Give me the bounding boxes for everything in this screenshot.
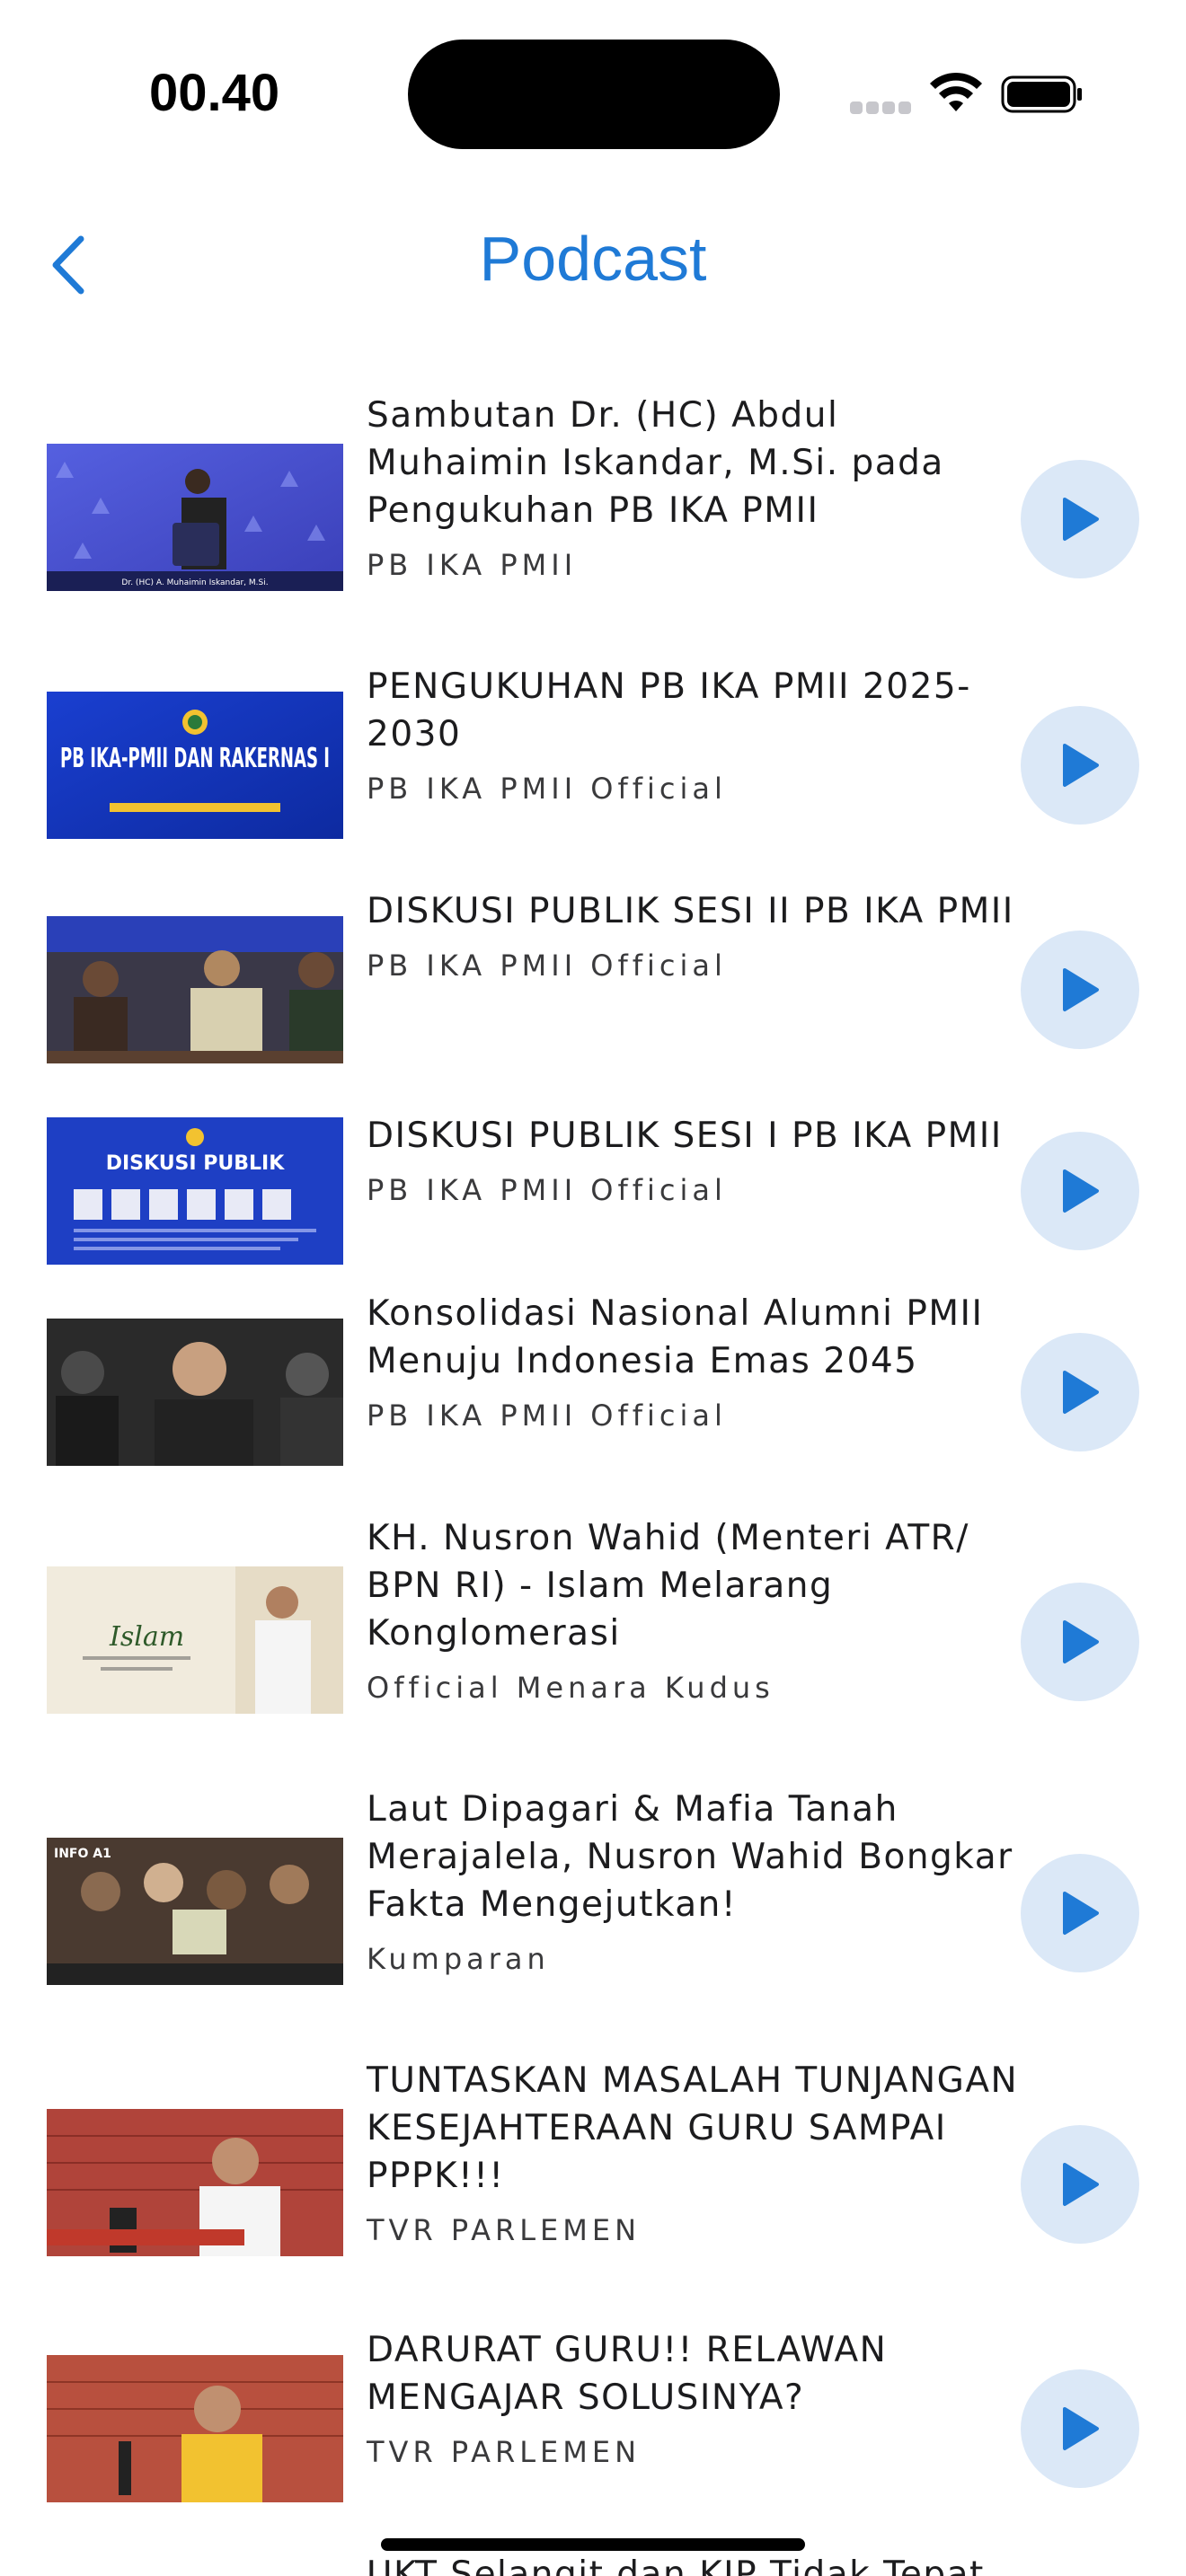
podcast-thumbnail: PB IKA-PMII DAN RAKERNAS I xyxy=(47,692,343,839)
thumbnail-caption: Dr. (HC) A. Muhaimin Iskandar, M.Si. xyxy=(121,578,268,587)
podcast-thumbnail xyxy=(47,916,343,1063)
podcast-item[interactable]: UKT Selangit dan KIP Tidak Tepat xyxy=(0,2551,1186,2576)
thumbnail-caption: DISKUSI PUBLIK xyxy=(106,1152,285,1175)
podcast-title: DISKUSI PUBLIK SESI II PB IKA PMII xyxy=(367,891,1014,931)
podcast-item[interactable]: DARURAT GURU!! RELAWAN MENGAJAR SOLUSINY… xyxy=(0,2326,1186,2506)
podcast-channel: Kumparan xyxy=(367,1942,550,1976)
podcast-title: DARURAT GURU!! RELAWAN MENGAJAR SOLUSINY… xyxy=(367,2330,888,2418)
battery-icon xyxy=(1001,75,1082,113)
page-title: Podcast xyxy=(479,224,707,294)
play-icon xyxy=(1063,2163,1099,2206)
dynamic-island xyxy=(408,40,780,149)
podcast-item[interactable]: Konsolidasi Nasional Alumni PMII Menuju … xyxy=(0,1290,1186,1469)
play-icon xyxy=(1063,1371,1099,1414)
podcast-title: Sambutan Dr. (HC) Abdul Muhaimin Iskanda… xyxy=(367,395,944,531)
cellular-signal-icon xyxy=(850,101,911,114)
play-button[interactable] xyxy=(1021,2369,1139,2488)
play-button[interactable] xyxy=(1021,460,1139,578)
play-icon xyxy=(1063,498,1099,541)
podcast-thumbnail xyxy=(47,2109,343,2256)
play-button[interactable] xyxy=(1021,706,1139,825)
podcast-title: DISKUSI PUBLIK SESI I PB IKA PMII xyxy=(367,1116,1003,1156)
play-icon xyxy=(1063,1620,1099,1663)
podcast-channel: Official Menara Kudus xyxy=(367,1671,774,1705)
play-icon xyxy=(1063,968,1099,1011)
podcast-item[interactable]: TUNTASKAN MASALAH TUNJANGAN KESEJAHTERAA… xyxy=(0,2057,1186,2263)
status-time: 00.40 xyxy=(149,64,280,122)
podcast-item[interactable]: PB IKA-PMII DAN RAKERNAS I PENGUKUHAN PB… xyxy=(0,663,1186,842)
podcast-title: Laut Dipagari & Mafia Tanah Merajalela, … xyxy=(367,1789,1013,1925)
play-icon xyxy=(1063,2407,1099,2450)
podcast-channel: TVR PARLEMEN xyxy=(367,2213,642,2247)
podcast-channel: TVR PARLEMEN xyxy=(367,2435,642,2469)
play-button[interactable] xyxy=(1021,931,1139,1049)
podcast-thumbnail: Dr. (HC) A. Muhaimin Iskandar, M.Si. xyxy=(47,444,343,591)
podcast-item[interactable]: Dr. (HC) A. Muhaimin Iskandar, M.Si. Sam… xyxy=(0,392,1186,598)
podcast-thumbnail xyxy=(47,2355,343,2502)
play-button[interactable] xyxy=(1021,2125,1139,2244)
home-indicator xyxy=(381,2538,805,2551)
podcast-title: PENGUKUHAN PB IKA PMII 2025-2030 xyxy=(367,666,971,754)
podcast-channel: PB IKA PMII Official xyxy=(367,1398,727,1433)
play-icon xyxy=(1063,1169,1099,1213)
play-button[interactable] xyxy=(1021,1132,1139,1250)
play-button[interactable] xyxy=(1021,1333,1139,1451)
play-button[interactable] xyxy=(1021,1854,1139,1972)
podcast-thumbnail: INFO A1 xyxy=(47,1838,343,1985)
thumbnail-caption: INFO A1 xyxy=(54,1847,111,1861)
podcast-channel: PB IKA PMII xyxy=(367,548,578,582)
podcast-title: KH. Nusron Wahid (Menteri ATR/ BPN RI) -… xyxy=(367,1518,969,1654)
podcast-item[interactable]: INFO A1 Laut Dipagari & Mafia Tanah Mera… xyxy=(0,1786,1186,1992)
play-button[interactable] xyxy=(1021,1583,1139,1701)
thumbnail-caption: PB IKA-PMII DAN RAKERNAS I xyxy=(60,743,330,774)
play-icon xyxy=(1063,1892,1099,1935)
podcast-thumbnail xyxy=(47,1319,343,1466)
podcast-item[interactable]: DISKUSI PUBLIK DISKUSI PUBLIK SESI I PB … xyxy=(0,1112,1186,1268)
podcast-item[interactable]: DISKUSI PUBLIK SESI II PB IKA PMII PB IK… xyxy=(0,887,1186,1067)
podcast-channel: PB IKA PMII Official xyxy=(367,948,727,983)
wifi-icon xyxy=(930,72,982,111)
podcast-title: Konsolidasi Nasional Alumni PMII Menuju … xyxy=(367,1293,984,1381)
podcast-thumbnail: Islam xyxy=(47,1566,343,1714)
podcast-title: TUNTASKAN MASALAH TUNJANGAN KESEJAHTERAA… xyxy=(367,2060,1019,2196)
play-icon xyxy=(1063,744,1099,787)
podcast-item[interactable]: Islam KH. Nusron Wahid (Menteri ATR/ BPN… xyxy=(0,1514,1186,1721)
podcast-thumbnail: DISKUSI PUBLIK xyxy=(47,1117,343,1265)
thumbnail-caption: Islam xyxy=(109,1621,184,1653)
podcast-channel: PB IKA PMII Official xyxy=(367,772,727,806)
podcast-title: UKT Selangit dan KIP Tidak Tepat xyxy=(367,2554,985,2576)
podcast-channel: PB IKA PMII Official xyxy=(367,1173,727,1207)
